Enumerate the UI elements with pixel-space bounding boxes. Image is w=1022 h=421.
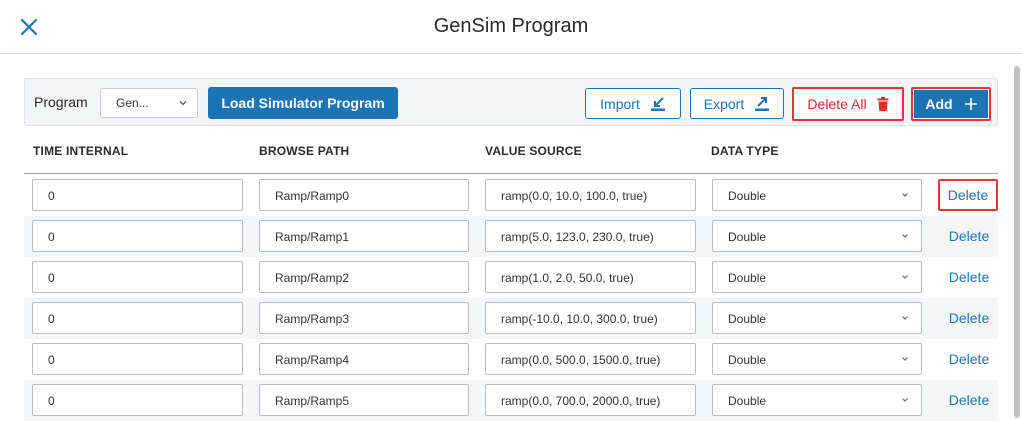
add-label: Add bbox=[925, 96, 953, 112]
browse-path-input[interactable]: Ramp/Ramp0 bbox=[259, 179, 469, 211]
chevron-down-icon bbox=[902, 357, 908, 361]
time-internal-input[interactable]: 0 bbox=[32, 220, 243, 252]
program-label: Program bbox=[34, 94, 88, 110]
page-title: GenSim Program bbox=[433, 15, 589, 37]
chevron-down-icon bbox=[902, 193, 908, 197]
time-internal-input[interactable]: 0 bbox=[32, 302, 243, 334]
table-header-divider bbox=[24, 173, 998, 174]
value-source-input[interactable]: ramp(5.0, 123.0, 230.0, true) bbox=[485, 220, 696, 252]
value-source-input[interactable]: ramp(0.0, 700.0, 2000.0, true) bbox=[485, 384, 696, 416]
program-select-value: Gen... bbox=[116, 96, 149, 110]
time-internal-input[interactable]: 0 bbox=[32, 179, 243, 211]
value-source-input[interactable]: ramp(1.0, 2.0, 50.0, true) bbox=[485, 261, 696, 293]
browse-path-input[interactable]: Ramp/Ramp2 bbox=[259, 261, 469, 293]
row-delete-button[interactable]: Delete bbox=[940, 343, 998, 375]
column-header-browse-path: BROWSE PATH bbox=[259, 144, 350, 158]
chevron-down-icon bbox=[902, 234, 908, 238]
add-button-body: Add bbox=[914, 90, 988, 118]
plus-icon bbox=[964, 98, 977, 110]
data-type-select[interactable]: Double bbox=[712, 220, 922, 252]
import-label: Import bbox=[600, 95, 640, 112]
load-simulator-program-button[interactable]: Load Simulator Program bbox=[208, 87, 398, 119]
browse-path-input[interactable]: Ramp/Ramp5 bbox=[259, 384, 469, 416]
data-type-select[interactable]: Double bbox=[712, 302, 922, 334]
value-source-input[interactable]: ramp(0.0, 10.0, 100.0, true) bbox=[485, 179, 696, 211]
data-type-select[interactable]: Double bbox=[712, 261, 922, 293]
column-header-time-internal: TIME INTERNAL bbox=[33, 144, 129, 158]
row-delete-button[interactable]: Delete bbox=[938, 179, 998, 211]
scrollbar[interactable] bbox=[1014, 66, 1020, 418]
row-delete-button[interactable]: Delete bbox=[940, 384, 998, 416]
time-internal-input[interactable]: 0 bbox=[32, 343, 243, 375]
program-select[interactable]: Gen... bbox=[100, 88, 198, 118]
data-type-value: Double bbox=[728, 394, 767, 408]
export-label: Export bbox=[703, 95, 745, 112]
table-row: 0 Ramp/Ramp3 ramp(-10.0, 10.0, 300.0, true… bbox=[24, 298, 998, 339]
data-type-value: Double bbox=[728, 271, 767, 285]
data-type-value: Double bbox=[728, 230, 767, 244]
toolbar: Program Gen... Load Simulator Program Im… bbox=[24, 78, 998, 126]
column-header-value-source: VALUE SOURCE bbox=[485, 144, 582, 158]
import-icon bbox=[650, 96, 665, 111]
browse-path-input[interactable]: Ramp/Ramp4 bbox=[259, 343, 469, 375]
dialog-header: GenSim Program bbox=[0, 0, 1022, 54]
table-row: 0 Ramp/Ramp4 ramp(0.0, 500.0, 1500.0, true… bbox=[24, 339, 998, 380]
time-internal-input[interactable]: 0 bbox=[32, 261, 243, 293]
chevron-down-icon bbox=[902, 316, 908, 320]
browse-path-input[interactable]: Ramp/Ramp1 bbox=[259, 220, 469, 252]
export-button[interactable]: Export bbox=[690, 88, 784, 119]
column-header-data-type: DATA TYPE bbox=[711, 144, 779, 158]
delete-all-button[interactable]: Delete All bbox=[792, 87, 904, 121]
chevron-down-icon bbox=[179, 101, 187, 106]
value-source-input[interactable]: ramp(0.0, 500.0, 1500.0, true) bbox=[485, 343, 696, 375]
table-row: 0 Ramp/Ramp0 ramp(0.0, 10.0, 100.0, true) D… bbox=[24, 175, 998, 216]
table-row: 0 Ramp/Ramp2 ramp(1.0, 2.0, 50.0, true) Dou… bbox=[24, 257, 998, 298]
value-source-input[interactable]: ramp(-10.0, 10.0, 300.0, true) bbox=[485, 302, 696, 334]
data-type-value: Double bbox=[728, 353, 767, 367]
table-row: 0 Ramp/Ramp5 ramp(0.0, 700.0, 2000.0, true… bbox=[24, 380, 998, 421]
add-button[interactable]: Add bbox=[911, 87, 991, 121]
chevron-down-icon bbox=[902, 275, 908, 279]
import-button[interactable]: Import bbox=[585, 88, 681, 119]
data-type-select[interactable]: Double bbox=[712, 343, 922, 375]
delete-all-label: Delete All bbox=[807, 96, 867, 112]
data-type-select[interactable]: Double bbox=[712, 179, 922, 211]
data-type-select[interactable]: Double bbox=[712, 384, 922, 416]
chevron-down-icon bbox=[902, 398, 908, 402]
row-delete-button[interactable]: Delete bbox=[940, 302, 998, 334]
table-row: 0 Ramp/Ramp1 ramp(5.0, 123.0, 230.0, true)… bbox=[24, 216, 998, 257]
browse-path-input[interactable]: Ramp/Ramp3 bbox=[259, 302, 469, 334]
time-internal-input[interactable]: 0 bbox=[32, 384, 243, 416]
row-delete-button[interactable]: Delete bbox=[940, 220, 998, 252]
trash-icon bbox=[877, 97, 889, 111]
data-type-value: Double bbox=[728, 189, 767, 203]
export-icon bbox=[755, 96, 770, 111]
data-type-value: Double bbox=[728, 312, 767, 326]
row-delete-button[interactable]: Delete bbox=[940, 261, 998, 293]
